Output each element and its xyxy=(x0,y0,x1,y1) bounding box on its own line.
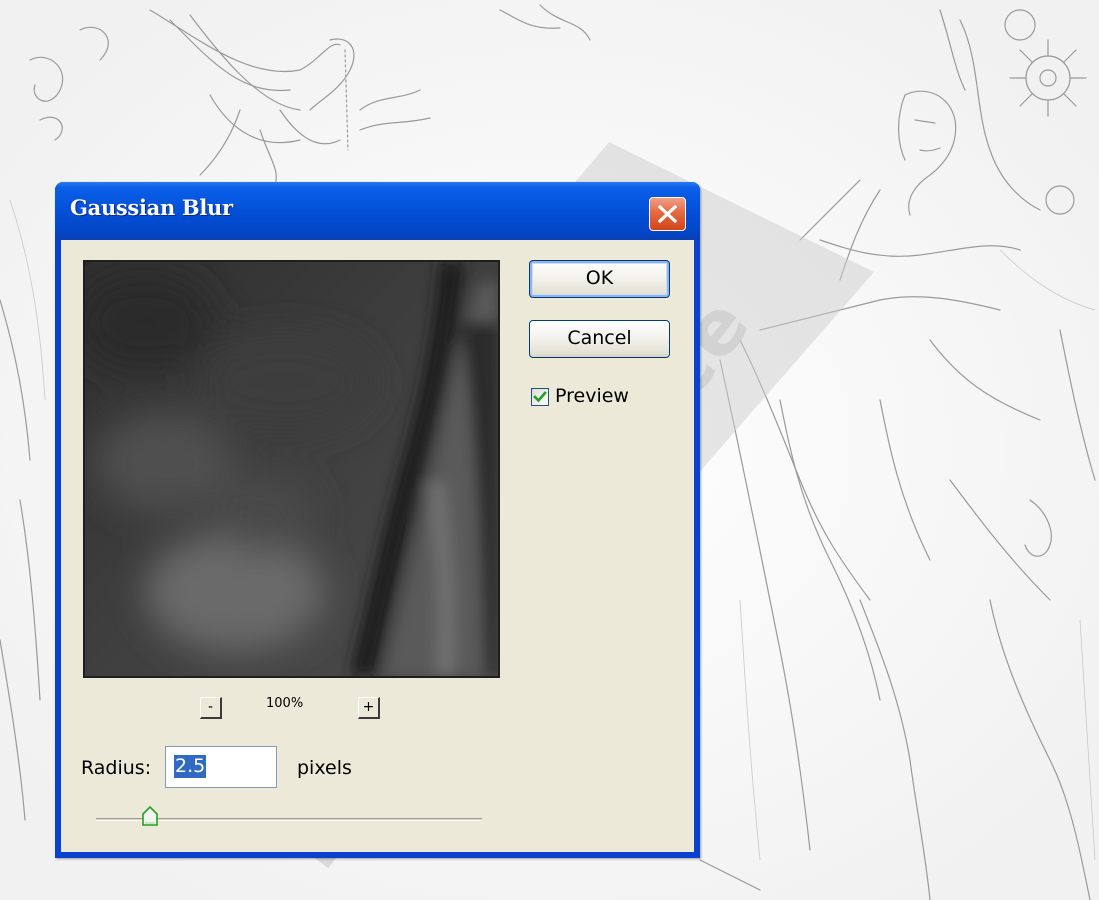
dialog-body: - 100% + OK Cancel Preview Radius: 2.5 p… xyxy=(61,240,694,852)
zoom-out-button[interactable]: - xyxy=(200,697,222,719)
preview-checkbox[interactable] xyxy=(531,388,549,406)
preview-label[interactable]: Preview xyxy=(555,385,629,407)
slider-thumb-icon[interactable] xyxy=(141,806,159,826)
close-icon xyxy=(658,205,677,223)
dialog-titlebar[interactable]: Gaussian Blur xyxy=(55,182,700,240)
radius-units-label: pixels xyxy=(297,757,352,779)
zoom-in-button[interactable]: + xyxy=(358,697,380,719)
dialog-title: Gaussian Blur xyxy=(70,195,233,220)
radius-label: Radius: xyxy=(81,757,152,779)
radius-value: 2.5 xyxy=(174,755,207,778)
checkmark-icon xyxy=(533,391,547,403)
radius-input[interactable]: 2.5 xyxy=(165,746,277,788)
gaussian-blur-dialog: Gaussian Blur - 100% + OK Cancel Preview… xyxy=(55,182,700,858)
close-button[interactable] xyxy=(649,197,686,231)
cancel-button[interactable]: Cancel xyxy=(529,320,670,358)
zoom-level: 100% xyxy=(266,696,304,711)
preview-image[interactable] xyxy=(83,260,500,678)
ok-button[interactable]: OK xyxy=(529,260,670,298)
preview-blurred-image xyxy=(85,262,498,676)
